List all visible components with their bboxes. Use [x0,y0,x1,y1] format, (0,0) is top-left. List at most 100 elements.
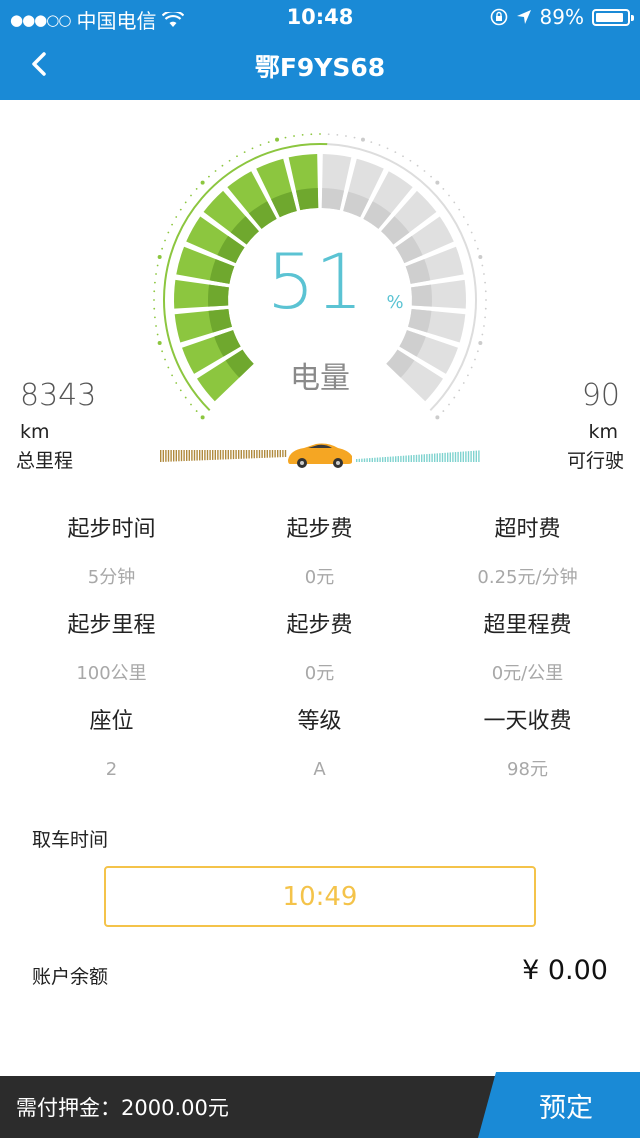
gauge-dot [164,358,166,361]
gauge-dot [481,333,484,336]
battery-icon [592,8,634,26]
gauge-dot [171,223,173,226]
range-tick-used [188,450,190,461]
range-tick-used [232,450,235,460]
gauge-dot [435,415,440,420]
range-tick-remaining [441,452,444,462]
gauge-dot [214,170,217,172]
range-tick-used [160,450,162,462]
range-tick-remaining [423,454,425,462]
range-tick-remaining [384,456,386,462]
range-tick-used [230,450,232,460]
gauge-dot [156,264,159,267]
fee-value: 98元 [507,759,548,780]
range-tick-remaining [434,453,436,462]
range-tick-remaining [400,455,402,462]
gauge-dot [228,159,231,162]
fee-label: 座位 [89,709,134,734]
gauge-dot [179,389,182,392]
range-tick-remaining [402,455,405,462]
range-tick-remaining [405,455,407,462]
location-arrow-icon [516,10,531,24]
page-title: 鄂F9YS68 [254,53,386,82]
gauge-dot [476,247,479,250]
gauge-dot [179,208,182,211]
range-tick-used [204,450,206,461]
range-tick-used [264,450,266,458]
range-tick-remaining [465,451,467,462]
gauge-dot [430,175,432,178]
gauge-dot [345,135,347,137]
gauge-dot [360,137,365,142]
gauge-dot [402,155,404,158]
range-tick-used [201,450,203,461]
gauge-dot [161,350,164,353]
gauge-dot [476,350,479,353]
range-tick-remaining [462,451,464,462]
gauge-dot [453,201,456,204]
range-tick-remaining [439,453,441,462]
range-tick-remaining [361,458,363,462]
gauge-segment-band [321,188,345,211]
gauge-dot [319,133,321,135]
range-tick-used [212,450,214,460]
range-tick-used [180,450,183,462]
fee-cell: 起步费 0元 [213,512,426,596]
fee-label: 超里程费 [483,613,572,638]
range-tick-remaining [447,452,449,462]
gauge-dot [485,299,487,301]
gauge-dot [190,194,192,197]
range-tick-used [206,450,209,461]
range-tick-remaining [413,454,415,462]
gauge-dot [184,201,187,204]
gauge-dot [154,316,156,319]
gauge-dot [483,273,485,275]
gauge-dot [478,340,483,345]
gauge-dot [154,281,156,284]
total-mileage-label: 总里程 [16,450,74,472]
fee-value: 5分钟 [87,567,136,588]
range-tick-remaining [436,453,438,462]
range-tick-used [256,450,258,459]
range-tick-used [243,450,245,459]
gauge-dot [200,180,205,185]
range-tick-remaining [452,452,454,462]
account-balance-label: 账户余额 [32,966,109,988]
range-tick-used [214,450,216,460]
fee-cell: 超时费 0.25元/分钟 [421,512,634,596]
gauge-dot [175,382,178,384]
total-mileage-value: 8343 [20,378,97,413]
range-tick-remaining [454,452,457,462]
fee-value: 0.25元/分钟 [477,567,578,588]
range-tick-remaining [426,454,428,462]
range-tick-remaining [415,454,418,462]
gauge-dot [416,164,419,167]
gauge-dot [153,299,155,301]
reserve-button[interactable]: 预定 [478,1072,640,1138]
gauge-dot [157,340,162,345]
fee-value: 0元/公里 [491,663,564,684]
gauge-dot [470,231,473,234]
gauge-dot [167,366,170,369]
pickup-time-picker[interactable]: 10:49 [104,866,536,927]
range-tick-remaining [478,450,480,462]
range-tick-remaining [392,456,394,462]
rotation-lock-icon [490,8,507,26]
range-tick-used [240,450,242,459]
gauge-dot [458,389,461,392]
fee-value: 0元 [304,663,335,684]
range-tick-used [269,450,271,458]
car-icon [288,443,352,468]
range-tick-used [274,450,276,458]
fee-label: 超时费 [494,517,561,542]
gauge-dot [483,325,485,327]
pickup-time-value: 10:49 [282,881,358,912]
range-unit: km [588,421,618,443]
range-tick-remaining [358,458,360,462]
gauge-dot [161,247,164,250]
fee-row: 座位 2 等级 A 一天收费 98元 [0,704,640,800]
fee-label: 起步里程 [67,613,156,638]
battery-fill [596,12,623,22]
gauge-dot [448,403,450,406]
gauge-dot [484,290,487,293]
